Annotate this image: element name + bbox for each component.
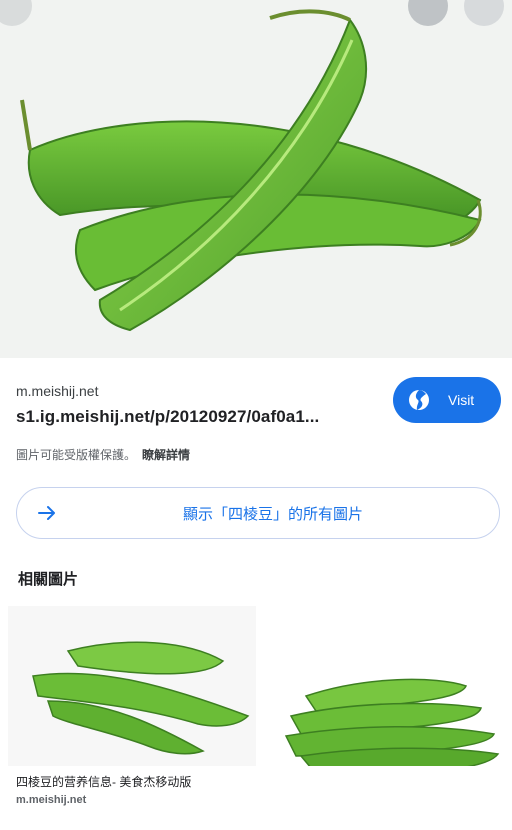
related-thumbnail	[8, 606, 256, 766]
globe-icon	[409, 390, 429, 410]
related-images-heading: 相關圖片	[18, 571, 79, 588]
related-image-card[interactable]: 四棱豆的营养信息- 美食杰移动版 m.meishij.net	[8, 606, 256, 828]
learn-more-link[interactable]: 瞭解詳情	[142, 448, 190, 462]
visit-button[interactable]: Visit	[393, 377, 501, 423]
winged-beans-plate-thumbnail	[266, 606, 512, 766]
related-source: m.meishij.net	[16, 794, 87, 806]
copyright-notice: 圖片可能受版權保護。 瞭解詳情	[16, 446, 190, 463]
show-all-images-button[interactable]: 顯示「四棱豆」的所有圖片	[16, 487, 500, 539]
related-title: 四棱豆的营养信息- 美食杰移动版	[16, 775, 192, 789]
show-all-label: 顯示「四棱豆」的所有圖片	[182, 505, 363, 523]
visit-label: Visit	[448, 392, 475, 408]
winged-beans-thumbnail	[8, 606, 256, 766]
source-url[interactable]: s1.ig.meishij.net/p/20120927/0af0a1...	[16, 407, 356, 427]
winged-beans-image	[20, 9, 482, 332]
related-image-card[interactable]	[266, 606, 512, 828]
copyright-text: 圖片可能受版權保護。	[16, 448, 137, 462]
hero-image[interactable]	[0, 0, 512, 358]
source-domain: m.meishij.net	[16, 383, 99, 399]
related-thumbnail	[266, 606, 512, 766]
